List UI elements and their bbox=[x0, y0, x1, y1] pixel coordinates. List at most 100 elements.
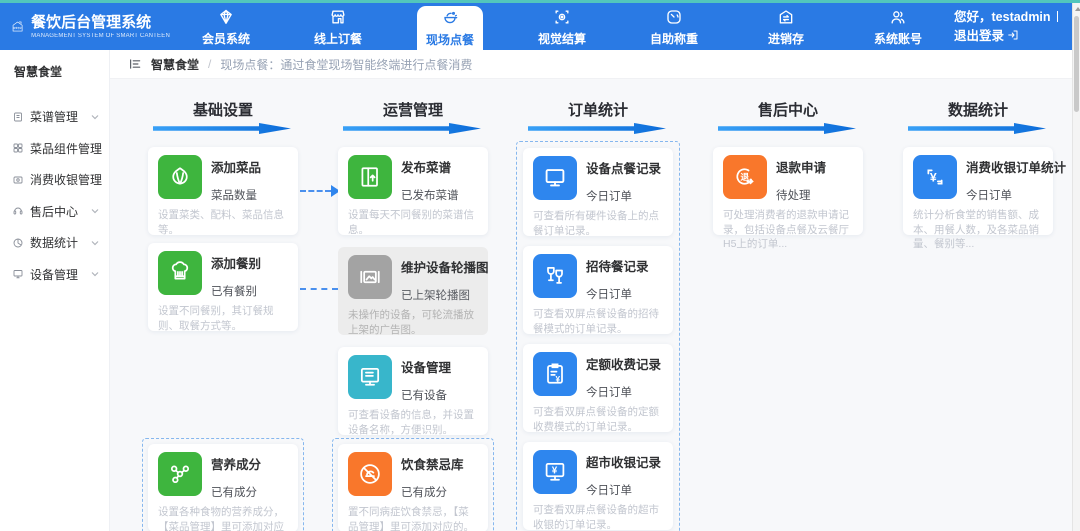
logout-button[interactable]: 退出登录 bbox=[954, 29, 1019, 43]
card-desc: 设置菜类、配料、菜品信息等。 bbox=[158, 209, 284, 236]
card-title: 营养成分 bbox=[211, 458, 262, 472]
scroll-up-arrow-icon[interactable] bbox=[1074, 7, 1080, 11]
nav-item-label: 进销存 bbox=[767, 31, 804, 46]
sidebar: 智慧食堂 菜谱管理 菜品组件管理 消费收银管理 售后中心 数据统计 设备管理 bbox=[0, 50, 118, 531]
nutrition-icon bbox=[170, 465, 190, 484]
card-stat-link[interactable]: 已发布菜谱 bbox=[401, 187, 459, 203]
app-logo: 智慧食堂 餐饮后台管理系统 MANAGEMENT SYSTEM OF SMART… bbox=[0, 3, 170, 50]
sidebar-item-aftersale[interactable]: 售后中心 bbox=[0, 196, 109, 228]
recipe-doc-icon bbox=[14, 112, 22, 122]
header-arrow bbox=[343, 123, 481, 134]
nav-item-membership[interactable]: 会员系统 bbox=[170, 3, 282, 50]
card-stat-link[interactable]: 今日订单 bbox=[586, 482, 661, 498]
column-header: 订单统计 bbox=[567, 102, 628, 119]
sidebar-item-dish-component[interactable]: 菜品组件管理 bbox=[0, 133, 118, 165]
card-title: 维护设备轮播图 bbox=[401, 261, 489, 275]
dashboard-content: 基础设置 添加菜品 菜品数量 设置菜类、配料、菜品信息等。 添加餐别 已有餐别 … bbox=[110, 79, 1072, 531]
card-title: 消费收银订单统计 bbox=[966, 161, 1067, 175]
diet-taboo-icon bbox=[360, 464, 380, 484]
storefront-icon bbox=[331, 10, 345, 24]
card-refund-request[interactable]: 退 退款申请 待处理 可处理消费者的退款申请记录，包括设备点餐及云餐厅H5上的订… bbox=[713, 147, 863, 250]
nav-item-online-order[interactable]: 线上订餐 bbox=[282, 3, 394, 50]
card-desc: 可查看双屏点餐设备的招待餐模式的订单记录。 bbox=[533, 308, 659, 335]
nav-item-onsite-order[interactable]: 现场点餐 bbox=[394, 3, 506, 50]
chevron-down-icon bbox=[91, 209, 99, 214]
nav-item-label: 系统账号 bbox=[873, 31, 922, 46]
scrollbar-thumb[interactable] bbox=[1074, 16, 1079, 112]
header-arrow bbox=[718, 123, 856, 134]
card-title: 招待餐记录 bbox=[586, 260, 649, 274]
card-desc: 可处理消费者的退款申请记录，包括设备点餐及云餐厅H5上的订单... bbox=[723, 209, 849, 251]
vision-checkout-icon bbox=[555, 10, 569, 24]
card-title: 发布菜谱 bbox=[401, 161, 452, 175]
header-arrow bbox=[153, 123, 291, 134]
vertical-scrollbar[interactable] bbox=[1072, 3, 1080, 531]
sidebar-item-recipe-manage[interactable]: 菜谱管理 bbox=[0, 101, 109, 133]
breadcrumb-current: 现场点餐：通过食堂现场智能终端进行点餐消费 bbox=[220, 57, 473, 72]
card-stat-link[interactable]: 已有餐别 bbox=[211, 283, 261, 299]
card-stat-link[interactable]: 已上架轮播图 bbox=[401, 287, 489, 303]
sidebar-item-device-manage[interactable]: 设备管理 bbox=[0, 259, 109, 291]
system-subtitle: MANAGEMENT SYSTEM OF SMART CANTEEN bbox=[31, 32, 170, 39]
card-stat-link[interactable]: 今日订单 bbox=[586, 188, 661, 204]
card-reception-meal-record[interactable]: 招待餐记录 今日订单 可查看双屏点餐设备的招待餐模式的订单记录。 bbox=[523, 246, 673, 335]
card-fixed-fee-record[interactable]: ¥ 定额收费记录 今日订单 可查看双屏点餐设备的定额收费模式的订单记录。 bbox=[523, 344, 673, 433]
components-grid-icon bbox=[13, 143, 23, 153]
dashed-highlight-box: 设备点餐记录 今日订单 可查看所有硬件设备上的点餐订单记录。 招待餐记录 今日订… bbox=[516, 141, 680, 531]
column-operation-manage: 运营管理 发布菜谱 已发布菜谱 设置每天不同餐别的菜谱信息。 维护设备轮播图 已… bbox=[332, 99, 494, 531]
card-stat-link[interactable]: 菜品数量 bbox=[211, 187, 261, 203]
card-stat-link[interactable]: 待处理 bbox=[776, 187, 826, 203]
dashed-highlight-box: 饮食禁忌库 已有成分 置不同病症饮食禁忌，【菜品管理】里可添加对应的。 bbox=[332, 438, 494, 531]
sidebar-title: 智慧食堂 bbox=[14, 65, 63, 79]
system-title: 餐饮后台管理系统 bbox=[31, 14, 152, 32]
carousel-icon bbox=[360, 270, 380, 284]
canteen-logo-icon: 智慧食堂 bbox=[12, 21, 23, 32]
nav-item-vision-checkout[interactable]: 视觉结算 bbox=[506, 3, 618, 50]
column-data-stats: 数据统计 ¥ 消费收银订单统计 今日订单 统计分析食堂的销售额、成本、用餐人数，… bbox=[903, 99, 1066, 250]
card-title: 设备管理 bbox=[401, 361, 452, 375]
inventory-icon bbox=[779, 9, 793, 24]
card-diet-taboo[interactable]: 饮食禁忌库 已有成分 置不同病症饮食禁忌，【菜品管理】里可添加对应的。 bbox=[338, 444, 488, 531]
nav-item-label: 现场点餐 bbox=[425, 33, 474, 47]
card-title: 定额收费记录 bbox=[586, 358, 662, 372]
nav-item-system-account[interactable]: 系统账号 bbox=[842, 3, 954, 50]
card-add-meal-type[interactable]: 添加餐别 已有餐别 设置不同餐别，其订餐规则、取餐方式等。 bbox=[148, 243, 298, 332]
breadcrumb-root[interactable]: 智慧食堂 bbox=[151, 56, 199, 73]
sidebar-item-data-stats[interactable]: 数据统计 bbox=[0, 227, 109, 259]
collapse-sidebar-icon[interactable] bbox=[128, 57, 142, 71]
pie-chart-icon bbox=[13, 238, 23, 248]
nav-item-self-weigh[interactable]: 自助称重 bbox=[618, 3, 730, 50]
card-stat-link[interactable]: 今日订单 bbox=[586, 384, 661, 400]
card-cashier-order-stats[interactable]: ¥ 消费收银订单统计 今日订单 统计分析食堂的销售额、成本、用餐人数，及各菜品销… bbox=[903, 147, 1066, 250]
card-publish-menu[interactable]: 发布菜谱 已发布菜谱 设置每天不同餐别的菜谱信息。 bbox=[338, 147, 488, 236]
card-device-order-record[interactable]: 设备点餐记录 今日订单 可查看所有硬件设备上的点餐订单记录。 bbox=[523, 148, 673, 237]
card-title: 添加菜品 bbox=[211, 161, 262, 175]
card-desc: 可查看双屏点餐设备的定额收费模式的订单记录。 bbox=[533, 406, 659, 433]
card-device-manage[interactable]: 设备管理 已有设备 可查看设备的信息，并设置设备名称，方便识别。 bbox=[338, 347, 488, 436]
card-carousel-maintain[interactable]: 维护设备轮播图 已上架轮播图 未操作的设备，可轮流播放上架的广告图。 bbox=[338, 247, 489, 336]
card-desc: 可查看设备的信息，并设置设备名称，方便识别。 bbox=[348, 409, 474, 436]
card-stat-link[interactable]: 今日订单 bbox=[586, 286, 649, 302]
card-stat-link[interactable]: 今日订单 bbox=[966, 187, 1066, 203]
publish-menu-icon bbox=[361, 167, 378, 187]
dish-add-icon bbox=[172, 167, 188, 185]
column-order-stats: 订单统计 设备点餐记录 今日订单 可查看所有硬件设备上的点餐订单记录。 招待餐记… bbox=[516, 99, 680, 531]
system-account-icon bbox=[891, 10, 905, 24]
card-market-cashier-record[interactable]: ¥ 超市收银记录 今日订单 可查看双屏点餐设备的超市收银的订单记录。 bbox=[523, 442, 673, 531]
nav-item-label: 会员系统 bbox=[201, 31, 250, 46]
card-stat-link[interactable]: 已有成分 bbox=[211, 484, 261, 500]
card-desc: 未操作的设备，可轮流播放上架的广告图。 bbox=[348, 309, 474, 336]
card-title: 设备点餐记录 bbox=[586, 162, 662, 176]
card-add-dish[interactable]: 添加菜品 菜品数量 设置菜类、配料、菜品信息等。 bbox=[148, 147, 298, 236]
card-stat-link[interactable]: 已有成分 bbox=[401, 484, 464, 500]
cashier-money-icon bbox=[13, 176, 23, 184]
top-navbar: 智慧食堂 餐饮后台管理系统 MANAGEMENT SYSTEM OF SMART… bbox=[0, 3, 1072, 50]
breadcrumb-separator: / bbox=[208, 57, 212, 71]
card-stat-link[interactable]: 已有设备 bbox=[401, 387, 451, 403]
card-desc: 置不同病症饮食禁忌，【菜品管理】里可添加对应的。 bbox=[348, 506, 474, 531]
nav-item-label: 线上订餐 bbox=[313, 31, 362, 46]
flow-connector bbox=[300, 190, 331, 192]
nav-item-inventory[interactable]: 进销存 bbox=[730, 3, 842, 50]
sidebar-item-cashier-manage[interactable]: 消费收银管理 bbox=[0, 164, 118, 196]
card-nutrition[interactable]: 营养成分 已有成分 设置各种食物的营养成分，【菜品管理】里可添加对应的食物及分.… bbox=[148, 444, 298, 531]
